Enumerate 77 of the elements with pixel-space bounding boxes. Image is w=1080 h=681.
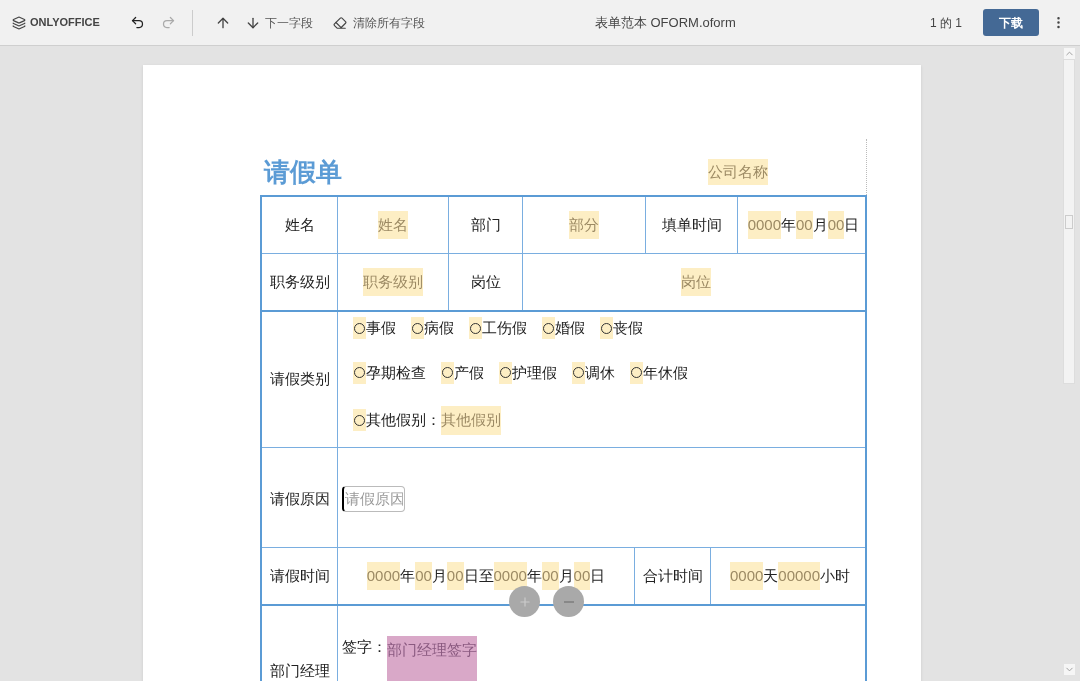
form-label: 年 bbox=[781, 214, 796, 235]
form-label: 岗位 bbox=[470, 271, 501, 292]
form-field[interactable]: 0000 bbox=[747, 210, 781, 240]
radio-button[interactable] bbox=[572, 361, 585, 384]
radio-label: 工伤假 bbox=[482, 318, 527, 338]
radio-button[interactable] bbox=[469, 317, 482, 340]
form-field[interactable]: 0000 bbox=[493, 561, 527, 591]
form-field[interactable]: 姓名 bbox=[378, 210, 408, 240]
radio-button[interactable] bbox=[499, 361, 512, 384]
radio-label: 调休 bbox=[585, 362, 615, 383]
form-label: 签字： bbox=[342, 637, 387, 657]
form-field[interactable]: 0000 bbox=[729, 561, 764, 591]
zoom-out-button[interactable] bbox=[553, 586, 584, 617]
row-label: 请假类别 bbox=[269, 369, 330, 390]
radio-button[interactable] bbox=[630, 361, 643, 384]
minus-icon bbox=[563, 600, 574, 603]
form-label: 部门 bbox=[470, 214, 501, 235]
download-button[interactable]: 下载 bbox=[983, 9, 1039, 36]
form-field[interactable]: 00 bbox=[541, 561, 559, 591]
radio-button[interactable] bbox=[441, 361, 454, 384]
form-label: 年 bbox=[526, 565, 542, 586]
form-field[interactable]: 00 bbox=[796, 210, 813, 240]
form-field[interactable]: 岗位 bbox=[681, 267, 711, 297]
page-counter: 1 的 1 bbox=[930, 14, 962, 32]
form-label: 请假时间 bbox=[269, 565, 330, 586]
form-label: 日至 bbox=[463, 565, 494, 586]
logo-text: ONLYOFFICE bbox=[30, 15, 100, 31]
form-label: 日 bbox=[844, 214, 860, 235]
form-field[interactable]: 00 bbox=[446, 561, 464, 591]
form-label: 姓名 bbox=[284, 214, 315, 235]
form-field[interactable]: 00 bbox=[415, 561, 432, 591]
row-label: 部门经理 bbox=[269, 660, 330, 681]
radio-button[interactable] bbox=[542, 317, 555, 340]
form-label: 年 bbox=[400, 565, 416, 586]
form-field[interactable]: 职务级别 bbox=[363, 267, 423, 297]
form-label: 月 bbox=[558, 565, 574, 586]
eraser-icon bbox=[332, 15, 347, 30]
form-label: 天 bbox=[763, 565, 779, 586]
form-field[interactable]: 其他假别 bbox=[441, 406, 501, 435]
form-field[interactable]: 00 bbox=[573, 561, 591, 591]
radio-button[interactable] bbox=[353, 317, 366, 340]
radio-label: 婚假 bbox=[555, 318, 585, 338]
form-label: 职务级别 bbox=[269, 271, 330, 292]
form-field[interactable]: 0000 bbox=[366, 561, 401, 591]
form-field[interactable]: 00000 bbox=[778, 561, 821, 591]
form-label: 填单时间 bbox=[661, 214, 722, 235]
radio-label: 事假 bbox=[366, 318, 396, 338]
document-title: 表单范本 OFORM.oform bbox=[594, 13, 736, 32]
form-title: 请假单 bbox=[264, 159, 342, 185]
form-label: 日 bbox=[590, 565, 606, 586]
plus-icon bbox=[517, 594, 532, 609]
form-label: 月 bbox=[812, 214, 828, 235]
logo-icon bbox=[12, 15, 26, 30]
radio-button[interactable] bbox=[600, 317, 613, 340]
radio-label: 丧假 bbox=[613, 318, 643, 338]
signature-field[interactable]: 部门经理签字 bbox=[387, 636, 477, 681]
form-field[interactable]: 00 bbox=[827, 210, 845, 240]
company-field[interactable]: 公司名称 bbox=[708, 158, 768, 185]
radio-button[interactable] bbox=[353, 409, 366, 432]
radio-button[interactable] bbox=[353, 361, 366, 384]
radio-label: 产假 bbox=[454, 362, 484, 383]
form-label: 合计时间 bbox=[642, 565, 703, 586]
undo-button[interactable] bbox=[129, 15, 145, 30]
clear-fields-button[interactable]: 清除所有字段 bbox=[332, 13, 425, 32]
reason-input[interactable]: 请假原因 bbox=[342, 485, 405, 512]
form-field[interactable]: 部分 bbox=[569, 210, 599, 240]
radio-label: 护理假 bbox=[512, 362, 557, 383]
radio-button[interactable] bbox=[411, 317, 424, 340]
radio-label: 病假 bbox=[424, 318, 454, 338]
form-label: 小时 bbox=[820, 565, 851, 586]
radio-label: 年休假 bbox=[643, 362, 688, 383]
radio-label: 孕期检查 bbox=[366, 362, 426, 383]
radio-label: 其他假别： bbox=[366, 410, 441, 430]
row-label: 请假原因 bbox=[269, 489, 330, 510]
form-label: 月 bbox=[431, 565, 447, 586]
scroll-thumb[interactable] bbox=[1065, 214, 1073, 229]
next-field-button[interactable]: 下一字段 bbox=[244, 13, 313, 32]
